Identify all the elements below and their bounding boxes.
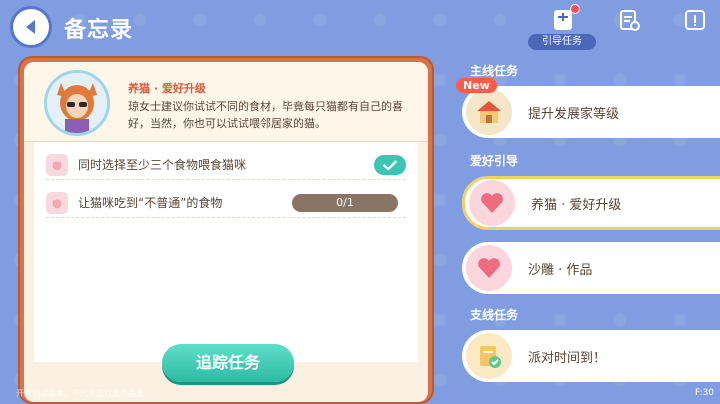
alert-note-icon bbox=[685, 10, 705, 30]
guide-task-tab[interactable] bbox=[546, 4, 580, 36]
clipboard-icon bbox=[620, 10, 640, 31]
build-notice: 开发测试版本，不代表游戏最终品质 bbox=[16, 389, 144, 398]
back-button[interactable] bbox=[10, 6, 52, 48]
task-item-develop-level[interactable]: 提升发展家等级 bbox=[462, 86, 720, 138]
section-main-quest: 主线任务 bbox=[470, 64, 519, 78]
heart-icon bbox=[469, 180, 515, 226]
task-item-label: 提升发展家等级 bbox=[528, 106, 620, 122]
alert-tab[interactable] bbox=[678, 4, 712, 36]
task-item-cat-hobby[interactable]: 养猫 · 爱好升级 bbox=[462, 176, 720, 230]
heart-icon bbox=[466, 245, 512, 291]
task-item-label: 派对时间到！ bbox=[528, 350, 607, 366]
task-item-sculpture[interactable]: 沙雕 · 作品 bbox=[462, 242, 720, 294]
task-item-label: 沙雕 · 作品 bbox=[528, 262, 593, 278]
npc-avatar bbox=[44, 70, 110, 136]
guide-task-label: 引导任务 bbox=[528, 34, 596, 50]
note-check-icon bbox=[466, 333, 512, 379]
objective-text: 同时选择至少三个食物喂食猫咪 bbox=[78, 158, 247, 172]
task-item-label: 养猫 · 爱好升级 bbox=[531, 197, 622, 213]
objective-progress: 0/1 bbox=[292, 193, 398, 212]
task-name: 养猫 · 爱好升级 bbox=[128, 82, 206, 95]
notification-dot bbox=[570, 4, 580, 14]
objective-row: 同时选择至少三个食物喂食猫咪 bbox=[46, 150, 406, 180]
checkmark-icon bbox=[374, 154, 406, 175]
objective-text: 让猫咪吃到“不普通”的食物 bbox=[78, 196, 223, 210]
task-item-party-time[interactable]: 派对时间到！ bbox=[462, 330, 720, 382]
house-icon bbox=[466, 89, 512, 135]
clipboard-tab[interactable] bbox=[612, 4, 646, 36]
fps-counter: F:30 bbox=[695, 388, 714, 398]
section-hobby-guide: 爱好引导 bbox=[470, 154, 519, 168]
track-task-button[interactable]: 追踪任务 bbox=[162, 344, 294, 382]
cat-food-icon bbox=[46, 153, 68, 176]
new-badge: New bbox=[456, 78, 497, 93]
cat-girl-portrait bbox=[47, 73, 107, 133]
section-side-quest: 支线任务 bbox=[470, 308, 519, 322]
back-arrow-icon bbox=[26, 20, 35, 34]
objective-row: 让猫咪吃到“不普通”的食物 0/1 bbox=[46, 188, 406, 218]
cat-food-icon bbox=[46, 191, 68, 214]
task-description: 琼女士建议你试试不同的食材，毕竟每只猫都有自己的喜好，当然，你也可以试试喂邻居家… bbox=[128, 100, 403, 130]
page-title: 备忘录 bbox=[64, 18, 134, 43]
